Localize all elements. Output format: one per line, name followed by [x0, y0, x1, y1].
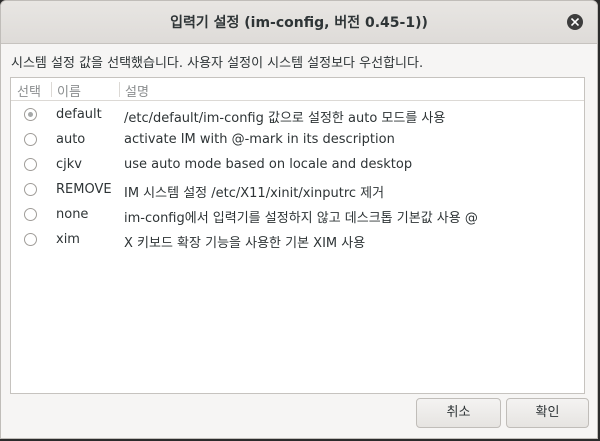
- row-name: cjkv: [56, 157, 82, 172]
- titlebar: 입력기 설정 (im-config, 버전 0.45-1)): [1, 1, 597, 44]
- column-separator: [119, 82, 120, 97]
- im-list: 선택 이름 설명 default /etc/default/im-config …: [10, 77, 585, 394]
- list-row-cjkv[interactable]: cjkv use auto mode based on locale and d…: [11, 153, 584, 178]
- radio-button[interactable]: [24, 158, 37, 171]
- column-header-name[interactable]: 이름: [57, 81, 81, 100]
- column-header-description[interactable]: 설명: [125, 81, 149, 100]
- column-separator: [51, 82, 52, 97]
- radio-button[interactable]: [24, 133, 37, 146]
- ok-button[interactable]: 확인: [506, 398, 589, 428]
- list-row-none[interactable]: none im-config에서 입력기를 설정하지 않고 데스크톱 기본값 사…: [11, 203, 584, 228]
- radio-button[interactable]: [24, 208, 37, 221]
- list-header: 선택 이름 설명: [11, 78, 584, 101]
- row-name: xim: [56, 232, 80, 247]
- list-row-auto[interactable]: auto activate IM with @-mark in its desc…: [11, 128, 584, 153]
- info-message: 시스템 설정 값을 선택했습니다. 사용자 설정이 시스템 설정보다 우선합니다…: [11, 56, 424, 71]
- row-description: im-config에서 입력기를 설정하지 않고 데스크톱 기본값 사용 @: [124, 211, 478, 226]
- close-button[interactable]: [567, 14, 583, 30]
- list-row-xim[interactable]: xim X 키보드 확장 기능을 사용한 기본 XIM 사용: [11, 228, 584, 253]
- row-description: use auto mode based on locale and deskto…: [124, 157, 413, 172]
- list-row-remove[interactable]: REMOVE IM 시스템 설정 /etc/X11/xinit/xinputrc…: [11, 178, 584, 203]
- window-title: 입력기 설정 (im-config, 버전 0.45-1)): [170, 15, 428, 31]
- column-header-select[interactable]: 선택: [17, 81, 41, 100]
- row-description: activate IM with @-mark in its descripti…: [124, 132, 395, 147]
- radio-button[interactable]: [24, 108, 37, 121]
- radio-button[interactable]: [24, 233, 37, 246]
- radio-button[interactable]: [24, 183, 37, 196]
- cancel-button[interactable]: 취소: [416, 398, 501, 428]
- row-name: auto: [56, 132, 86, 147]
- row-name: none: [56, 207, 89, 222]
- row-description: X 키보드 확장 기능을 사용한 기본 XIM 사용: [124, 236, 366, 251]
- list-row-default[interactable]: default /etc/default/im-config 값으로 설정한 a…: [11, 103, 584, 128]
- row-description: /etc/default/im-config 값으로 설정한 auto 모드를 …: [124, 111, 446, 126]
- close-icon: [571, 18, 579, 26]
- row-description: IM 시스템 설정 /etc/X11/xinit/xinputrc 제거: [124, 186, 385, 201]
- row-name: default: [56, 107, 102, 122]
- im-config-dialog: 입력기 설정 (im-config, 버전 0.45-1)) 시스템 설정 값을…: [0, 0, 598, 439]
- row-name: REMOVE: [56, 182, 112, 197]
